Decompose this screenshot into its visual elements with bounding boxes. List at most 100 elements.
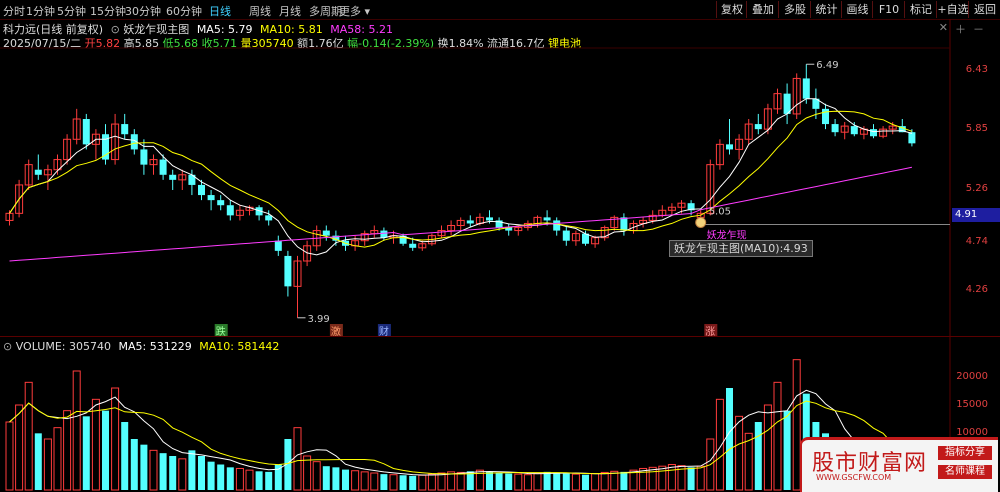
volume-bar [235,467,244,491]
volume-bar [696,465,705,491]
mid-label: 5.05 [709,206,731,217]
volume-bar [53,427,62,491]
candle-body [159,159,167,175]
candle-body [553,220,561,231]
volume-bar [265,471,273,490]
volume-bar [389,474,398,491]
candle-body [140,149,148,165]
candle-body [562,230,570,241]
price-axis-label: 5.85 [965,123,988,135]
volume-bar [91,398,100,491]
panel-divider [0,336,1000,337]
gear-icon[interactable]: ⊙ [3,340,12,353]
volume-ma10: MA10: 581442 [199,340,280,353]
volume-bar [178,458,187,491]
candle-body [217,200,225,206]
candle-body [207,195,215,201]
volume-bar [207,461,215,490]
volume-bar [5,421,14,491]
volume-bar [620,471,628,490]
candle-body [850,126,858,135]
candle-body [322,230,330,236]
candle-body [802,78,810,99]
volume-bar [514,473,523,491]
candle-body [284,255,292,287]
candle-body [409,243,417,248]
volume-bar [72,370,81,491]
indicator-callout: 妖龙乍现主图(MA10):4.93 [669,240,813,257]
candle-body [543,217,551,221]
volume-value: VOLUME: 305740 [15,340,111,353]
volume-bar [149,449,158,491]
volume-bar [399,475,407,490]
volume-bar [495,473,503,490]
volume-bar [322,466,330,490]
low-label: 3.99 [308,314,330,325]
volume-bar [111,387,120,491]
volume-bar [591,473,600,491]
volume-ma5: MA5: 531229 [118,340,192,353]
volume-bar [332,467,340,490]
volume-bar [418,474,427,491]
volume-bar [486,471,493,490]
volume-bar [217,464,225,490]
volume-bar [380,474,388,490]
volume-bar [43,438,52,491]
volume-bar [303,455,312,491]
candle-body [466,220,474,224]
volume-bar [648,466,657,491]
kline-chart[interactable]: 6.493.995.05妖龙乍现跌激财涨 [0,0,1000,492]
candle-body [908,132,916,144]
volume-bar [342,469,349,490]
candle-body [831,124,839,133]
volume-bar [360,471,369,491]
volume-bar [523,474,532,491]
volume-bar [456,471,465,491]
price-axis-label: 5.26 [965,182,988,194]
volume-bar [658,465,667,491]
volume-bar [533,472,542,491]
volume-bar [610,470,619,491]
candle-body [486,217,493,221]
candle-body [870,129,877,137]
candle-body [754,124,762,130]
watermark-badge-course: 名师课程 [938,465,992,479]
volume-bar [34,433,42,490]
volume-bar [130,439,138,490]
volume-bar [754,422,762,490]
candle-body [726,144,733,150]
current-price-box: 4.91 [952,208,1000,222]
volume-bar [255,471,263,490]
volume-bar [245,469,254,491]
ma5-line [9,98,913,256]
signal-marker [695,216,707,228]
volume-bar [735,415,744,491]
candle-body [198,184,205,196]
volume-bar [600,471,609,491]
volume-bar [667,464,676,491]
volume-bar [773,381,782,491]
high-label: 6.49 [816,60,838,71]
volume-bar [370,472,379,491]
volume-axis-label: 20000 [956,370,988,382]
watermark: 股市财富网 WWW.GSCFW.COM 指标分享 名师课程 [800,437,998,492]
volume-bar [63,410,72,491]
volume-bar [312,461,321,491]
volume-bar [159,453,167,490]
candle-body [226,205,234,216]
candle-body [620,217,628,231]
volume-axis-label: 15000 [956,399,988,410]
candle-body [34,169,42,175]
volume-bar [226,467,234,490]
volume-bar [571,473,580,491]
volume-bar [293,427,302,491]
candle-body [169,174,177,180]
volume-bar [198,456,205,490]
volume-bar [437,472,446,491]
volume-bar [121,422,129,490]
price-axis-label: 6.43 [965,64,988,76]
volume-bar [427,473,436,491]
candle-body [783,93,791,114]
volume-bar [140,444,148,490]
candle-body [274,240,282,251]
